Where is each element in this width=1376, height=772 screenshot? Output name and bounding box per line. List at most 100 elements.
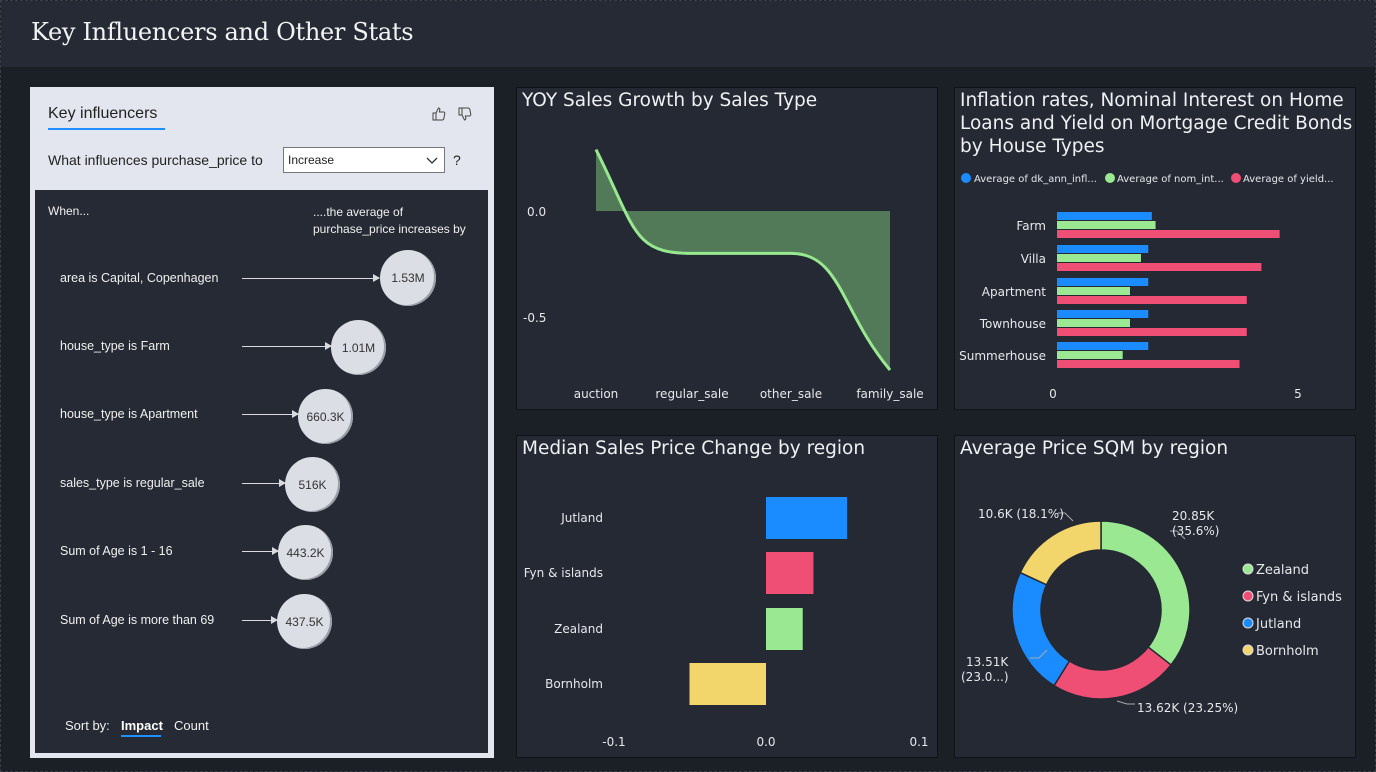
- bar: [1057, 263, 1262, 271]
- bar: [766, 552, 814, 594]
- thumbs-up-icon[interactable]: [431, 106, 447, 122]
- category-label: Townhouse: [979, 317, 1046, 331]
- legend-marker: [1242, 590, 1254, 602]
- influencer-row[interactable]: Sum of Age is 1 - 16 443.2K: [35, 524, 488, 584]
- influencer-bubble: 1.01M: [331, 320, 386, 375]
- thumbs-down-icon[interactable]: [457, 106, 473, 122]
- average-price-sqm-card[interactable]: Average Price SQM by region Zealand Fyn &…: [954, 435, 1356, 758]
- slice-label: (23.0...): [961, 670, 1009, 684]
- legend-marker: [1231, 173, 1241, 183]
- influencer-bubble: 660.3K: [298, 389, 353, 444]
- legend-marker: [1242, 644, 1254, 656]
- influencer-bubble: 443.2K: [278, 525, 333, 580]
- category-label: Apartment: [982, 285, 1046, 299]
- legend-label: Average of nom_int...: [1117, 174, 1224, 185]
- donut-slice: [1019, 520, 1102, 586]
- slice-label: 13.51K: [966, 655, 1009, 669]
- bar: [1057, 230, 1280, 238]
- bar: [1057, 360, 1240, 368]
- category-label: Bornholm: [545, 677, 603, 691]
- bar: [1057, 212, 1152, 220]
- bar: [1057, 342, 1149, 350]
- influencer-label: area is Capital, Copenhagen: [60, 271, 219, 285]
- tab-underline: [48, 128, 165, 130]
- slice-label: 10.6K (18.1%): [978, 507, 1064, 521]
- category-label: Villa: [1021, 252, 1046, 266]
- sqm-donut-chart: Zealand Fyn & islands Jutland Bornholm 20.8…: [961, 507, 1342, 715]
- influencer-question: What influences purchase_price to: [48, 152, 263, 168]
- key-influencers-tab[interactable]: Key influencers: [48, 105, 157, 123]
- influencer-row[interactable]: house_type is Farm 1.01M: [35, 319, 488, 379]
- legend-label: Average of yield...: [1243, 174, 1334, 185]
- influencer-arrow: [242, 410, 299, 418]
- slice-label: 20.85K: [1172, 509, 1215, 523]
- inflation-chart: Average of dk_ann_infl... Average of nom…: [959, 173, 1334, 401]
- leader-line: [1116, 700, 1135, 705]
- legend-marker: [1105, 173, 1115, 183]
- x-tick-label: other_sale: [760, 387, 822, 401]
- donut-slice: [1011, 571, 1071, 687]
- x-tick-label: regular_sale: [655, 387, 728, 401]
- category-label: Fyn & islands: [524, 566, 603, 580]
- influencers-list: When... ....the average of purchase_pric…: [35, 190, 488, 753]
- bar: [1057, 328, 1247, 336]
- category-label: Farm: [1016, 219, 1046, 233]
- influencer-bubble: 437.5K: [277, 594, 332, 649]
- bar: [766, 608, 803, 650]
- bar: [1057, 278, 1149, 286]
- legend-label: Bornholm: [1256, 644, 1319, 659]
- sort-impact-button[interactable]: Impact: [121, 718, 163, 733]
- inflation-rates-card[interactable]: Inflation rates, Nominal Interest on Hom…: [954, 87, 1356, 410]
- when-header: When...: [48, 204, 90, 218]
- category-label: Zealand: [554, 622, 603, 636]
- influencer-arrow: [242, 342, 332, 350]
- donut-slice: [1053, 645, 1173, 700]
- yoy-sales-growth-card[interactable]: YOY Sales Growth by Sales Type 0.0 -0.5 …: [516, 87, 938, 410]
- x-tick-label: -0.1: [602, 735, 625, 749]
- yoy-chart: 0.0 -0.5 auction regular_sale other_sale fa…: [523, 148, 924, 401]
- increase-select[interactable]: Increase: [283, 147, 445, 173]
- legend-label: Average of dk_ann_infl...: [974, 174, 1097, 185]
- influencer-row[interactable]: sales_type is regular_sale 516K: [35, 456, 488, 516]
- bar: [1057, 254, 1141, 262]
- bar: [689, 663, 766, 705]
- bar: [1057, 245, 1149, 253]
- influencer-arrow: [242, 274, 380, 282]
- x-tick-label: 5: [1294, 387, 1302, 401]
- category-label: Jutland: [560, 511, 603, 525]
- key-influencers-panel: Key influencers What influences purchase…: [30, 87, 494, 758]
- influencer-label: Sum of Age is more than 69: [60, 613, 215, 627]
- influencer-bubble: 1.53M: [380, 250, 436, 306]
- legend-label: Fyn & islands: [1256, 590, 1342, 605]
- legend-marker: [1242, 617, 1254, 629]
- bar: [1057, 319, 1130, 327]
- sort-count-button[interactable]: Count: [174, 718, 209, 733]
- bar: [1057, 310, 1149, 318]
- slice-label: 13.62K (23.25%): [1137, 701, 1238, 715]
- donut-slice: [1100, 520, 1191, 667]
- yoy-area: [596, 149, 890, 370]
- page-title: Key Influencers and Other Stats: [31, 18, 414, 46]
- influencer-row[interactable]: house_type is Apartment 660.3K: [35, 387, 488, 447]
- legend-label: Zealand: [1256, 563, 1309, 578]
- influencer-row[interactable]: area is Capital, Copenhagen 1.53M: [35, 250, 488, 311]
- select-value: Increase: [288, 153, 335, 167]
- x-tick-label: 0.0: [756, 735, 775, 749]
- influencer-row[interactable]: Sum of Age is more than 69 437.5K: [35, 593, 488, 653]
- influencer-label: Sum of Age is 1 - 16: [60, 544, 173, 558]
- x-tick-label: 0.1: [909, 735, 928, 749]
- bar: [1057, 351, 1123, 359]
- median-sales-price-card[interactable]: Median Sales Price Change by region Jutl…: [516, 435, 938, 758]
- help-icon[interactable]: ?: [453, 152, 461, 168]
- bar: [766, 497, 848, 539]
- chevron-down-icon: [426, 157, 438, 164]
- median-chart: Jutland Fyn & islands Zealand Bornholm -0.1…: [524, 497, 929, 749]
- influencer-label: sales_type is regular_sale: [60, 476, 205, 490]
- sort-by-label: Sort by:: [65, 718, 110, 733]
- influencer-arrow: [242, 547, 279, 555]
- category-label: Summerhouse: [959, 349, 1046, 363]
- influencer-bubble: 516K: [285, 457, 340, 512]
- x-tick-label: 0: [1049, 387, 1057, 401]
- slice-label: (35.6%): [1172, 524, 1219, 538]
- y-tick-label: -0.5: [523, 311, 546, 325]
